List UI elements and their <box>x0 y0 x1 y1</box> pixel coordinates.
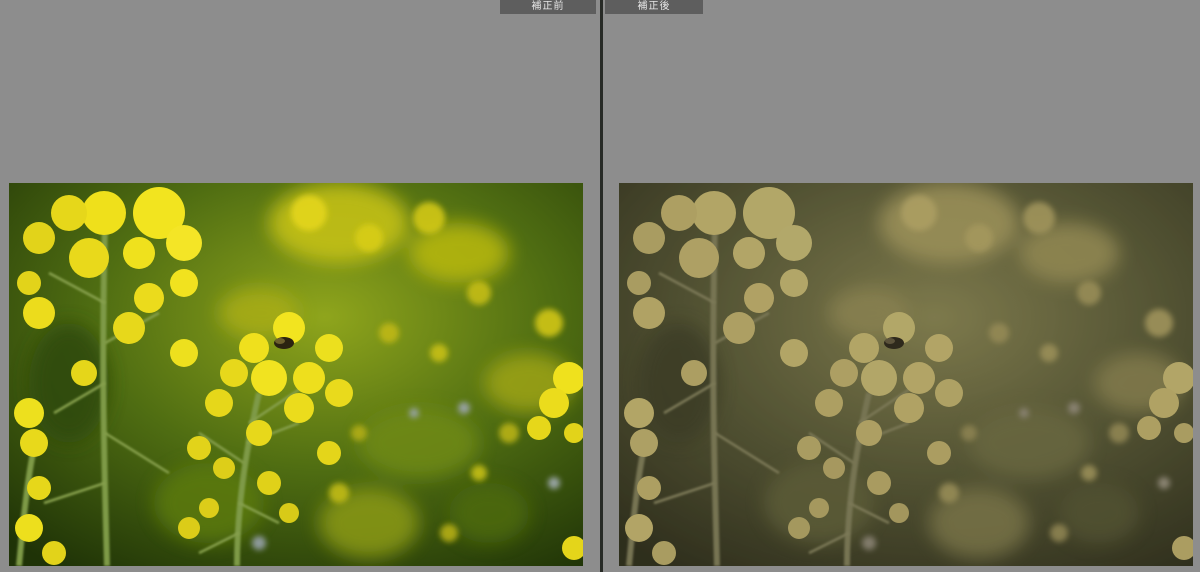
rapeseed-flower-image-corrected <box>619 183 1193 566</box>
rapeseed-flower-image <box>9 183 583 566</box>
before-pane[interactable]: 補正前 <box>0 0 598 572</box>
before-after-compare-view: 補正前 補正後 <box>0 0 1200 572</box>
after-pane[interactable]: 補正後 <box>604 0 1200 572</box>
after-label: 補正後 <box>605 0 703 14</box>
divider-line <box>600 0 603 572</box>
after-photo[interactable] <box>619 183 1193 566</box>
before-label: 補正前 <box>500 0 596 14</box>
before-photo[interactable] <box>9 183 583 566</box>
